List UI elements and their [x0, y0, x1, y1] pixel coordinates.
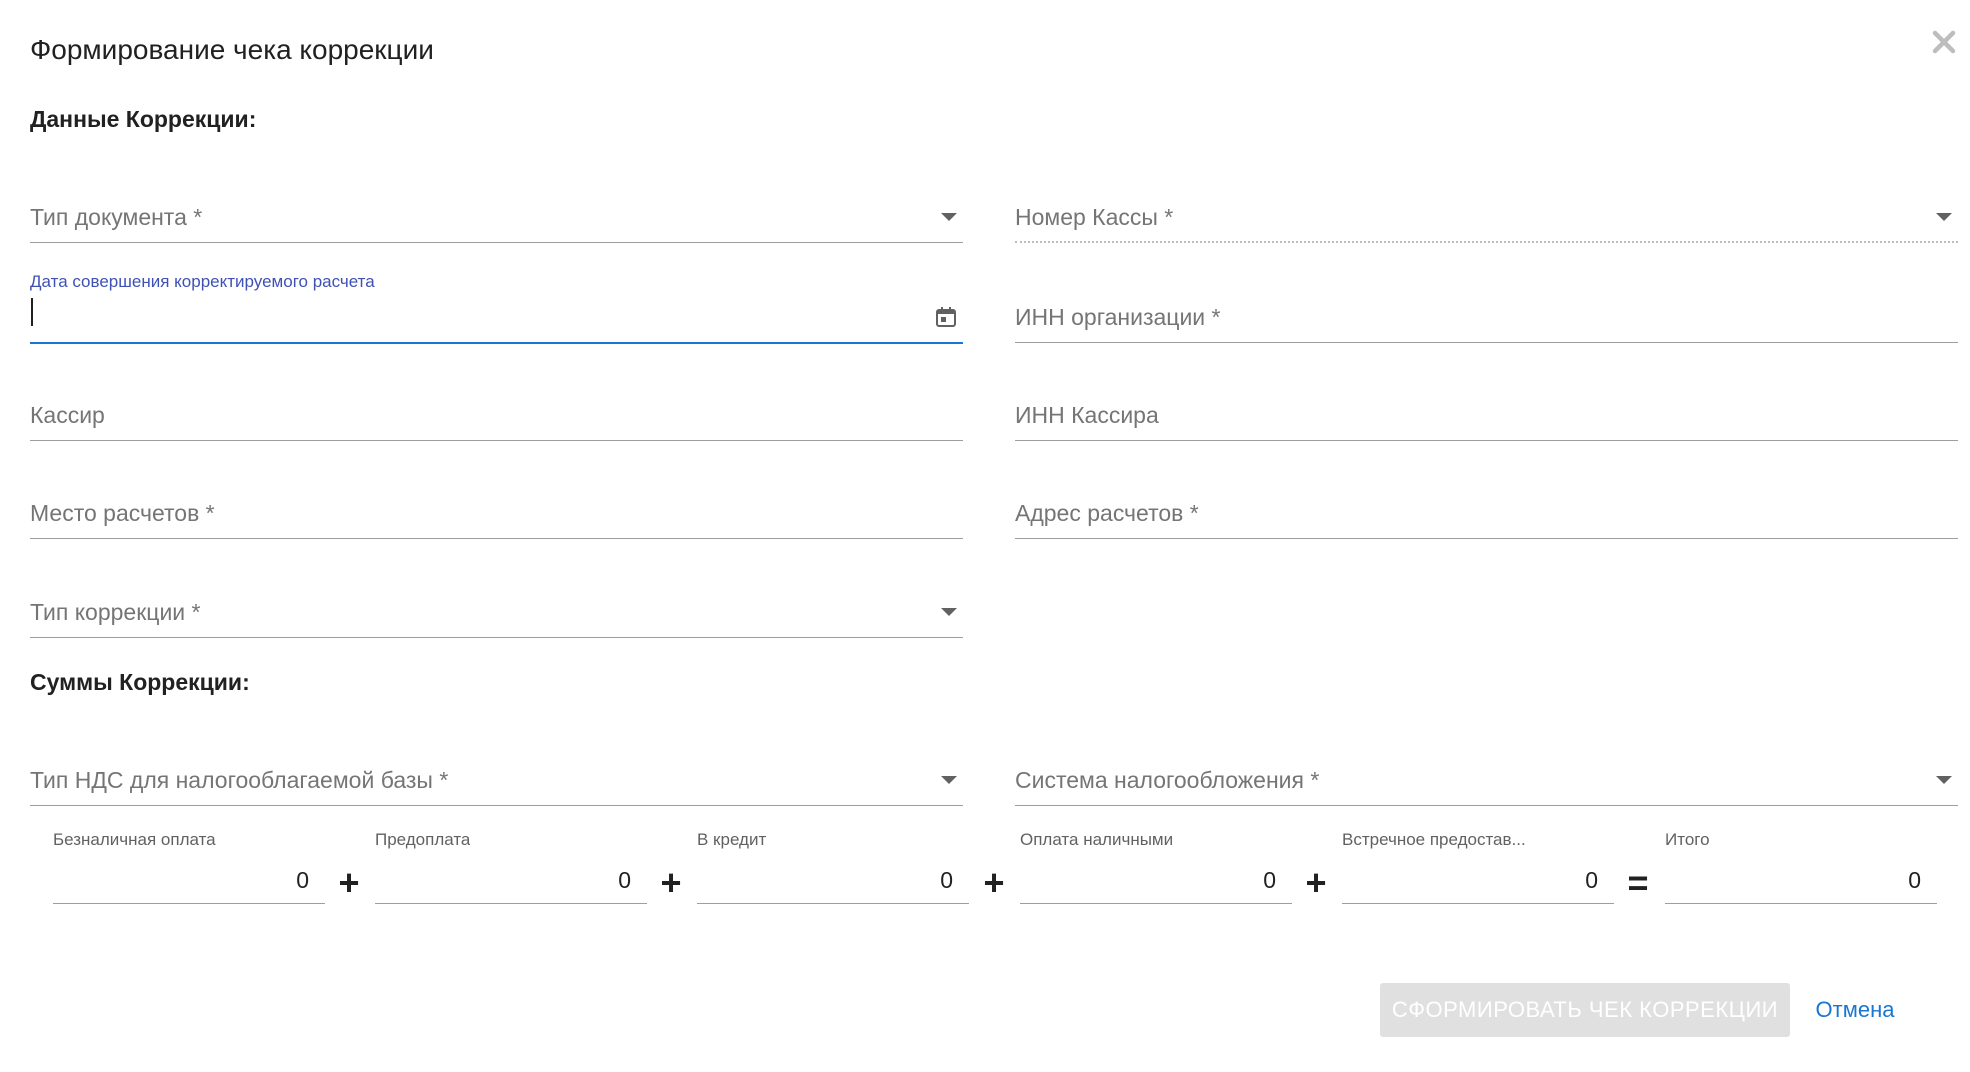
- dropdown-arrow-icon: [1936, 213, 1952, 221]
- amount-value[interactable]: 0: [296, 867, 309, 894]
- register-number-select[interactable]: Номер Кассы *: [1015, 173, 1958, 243]
- equals-sign: =: [1627, 862, 1649, 903]
- cashless-payment-field[interactable]: Безналичная оплата 0: [53, 830, 325, 904]
- org-inn-field[interactable]: ИНН организации *: [1015, 273, 1958, 343]
- field-underline: [30, 637, 963, 638]
- field-underline: [1342, 903, 1614, 904]
- field-underline: [1020, 903, 1292, 904]
- register-number-label: Номер Кассы *: [1015, 204, 1174, 230]
- vat-type-label: Тип НДС для налогооблагаемой базы *: [30, 767, 449, 793]
- doc-type-label: Тип документа *: [30, 204, 203, 230]
- field-underline: [30, 242, 963, 243]
- dropdown-arrow-icon: [941, 776, 957, 784]
- amount-label: Безналичная оплата: [53, 830, 216, 849]
- settlement-address-label: Адрес расчетов *: [1015, 500, 1199, 526]
- create-correction-receipt-button[interactable]: СФОРМИРОВАТЬ ЧЕК КОРРЕКЦИИ: [1380, 983, 1790, 1037]
- amount-label: В кредит: [697, 830, 767, 849]
- correction-type-select[interactable]: Тип коррекции *: [30, 568, 963, 638]
- prepayment-field[interactable]: Предоплата 0: [375, 830, 647, 904]
- dialog-title: Формирование чека коррекции: [30, 34, 434, 65]
- correction-date-label: Дата совершения корректируемого расчета: [30, 272, 375, 291]
- amount-value[interactable]: 0: [940, 867, 953, 894]
- amount-value[interactable]: 0: [1585, 867, 1598, 894]
- text-cursor: [31, 298, 33, 326]
- settlement-place-field[interactable]: Место расчетов *: [30, 469, 963, 539]
- plus-sign: +: [660, 862, 682, 903]
- field-underline: [30, 538, 963, 539]
- field-underline: [1015, 440, 1958, 441]
- doc-type-select[interactable]: Тип документа *: [30, 173, 963, 243]
- field-underline: [375, 903, 647, 904]
- close-icon[interactable]: [1928, 26, 1960, 58]
- settlement-address-field[interactable]: Адрес расчетов *: [1015, 469, 1958, 539]
- total-field[interactable]: Итого 0: [1665, 830, 1937, 904]
- field-underline: [1665, 903, 1937, 904]
- field-underline-focused: [30, 342, 963, 344]
- amount-value[interactable]: 0: [1263, 867, 1276, 894]
- field-underline: [1015, 538, 1958, 539]
- field-underline: [1015, 805, 1958, 806]
- plus-sign: +: [983, 862, 1005, 903]
- credit-field[interactable]: В кредит 0: [697, 830, 969, 904]
- amount-label: Итого: [1665, 830, 1710, 849]
- dropdown-arrow-icon: [941, 213, 957, 221]
- tax-system-select[interactable]: Система налогообложения *: [1015, 736, 1958, 806]
- counter-provision-field[interactable]: Встречное предостав... 0: [1342, 830, 1614, 904]
- field-underline: [30, 805, 963, 806]
- dropdown-arrow-icon: [1936, 776, 1952, 784]
- correction-date-input[interactable]: [30, 298, 923, 336]
- cash-payment-field[interactable]: Оплата наличными 0: [1020, 830, 1292, 904]
- amount-label: Предоплата: [375, 830, 471, 849]
- field-underline: [53, 903, 325, 904]
- amount-label: Встречное предостав...: [1342, 830, 1526, 849]
- amount-label: Оплата наличными: [1020, 830, 1174, 849]
- settlement-place-label: Место расчетов *: [30, 500, 215, 526]
- correction-type-label: Тип коррекции *: [30, 599, 201, 625]
- amount-value[interactable]: 0: [618, 867, 631, 894]
- cashier-inn-field[interactable]: ИНН Кассира: [1015, 371, 1958, 441]
- correction-date-field[interactable]: Дата совершения корректируемого расчета: [30, 272, 963, 344]
- field-underline: [697, 903, 969, 904]
- cashier-label: Кассир: [30, 402, 105, 428]
- cancel-button[interactable]: Отмена: [1800, 983, 1910, 1037]
- vat-type-select[interactable]: Тип НДС для налогооблагаемой базы *: [30, 736, 963, 806]
- cashier-field[interactable]: Кассир: [30, 371, 963, 441]
- tax-system-label: Система налогообложения *: [1015, 767, 1320, 793]
- section-title-correction-sums: Суммы Коррекции:: [30, 669, 250, 695]
- cashier-inn-label: ИНН Кассира: [1015, 402, 1159, 428]
- field-underline: [1015, 342, 1958, 343]
- field-underline-disabled: [1015, 241, 1958, 243]
- plus-sign: +: [338, 862, 360, 903]
- calendar-icon[interactable]: [935, 306, 957, 328]
- dropdown-arrow-icon: [941, 608, 957, 616]
- plus-sign: +: [1305, 862, 1327, 903]
- amount-value[interactable]: 0: [1908, 867, 1921, 894]
- section-title-correction-data: Данные Коррекции:: [30, 106, 257, 132]
- org-inn-label: ИНН организации *: [1015, 304, 1221, 330]
- field-underline: [30, 440, 963, 441]
